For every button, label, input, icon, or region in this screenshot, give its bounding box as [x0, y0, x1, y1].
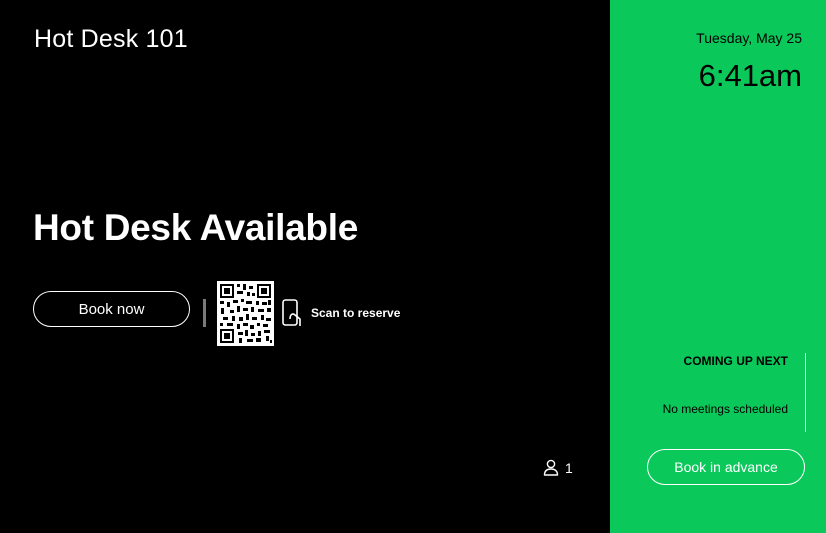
current-time: 6:41am — [698, 58, 802, 93]
book-now-label: Book now — [78, 300, 145, 318]
main-panel: Hot Desk 101 Hot Desk Available Book now — [0, 0, 610, 533]
book-in-advance-label: Book in advance — [674, 459, 778, 475]
coming-up-next-heading: COMING UP NEXT — [683, 354, 788, 368]
agenda-divider — [805, 353, 806, 432]
book-in-advance-button[interactable]: Book in advance — [647, 449, 805, 485]
current-date: Tuesday, May 25 — [696, 30, 802, 46]
divider — [203, 299, 206, 327]
room-name: Hot Desk 101 — [34, 25, 188, 53]
no-meetings-text: No meetings scheduled — [662, 402, 788, 416]
phone-scan-icon — [282, 299, 301, 326]
occupancy-count: 1 — [565, 459, 573, 476]
occupancy-indicator: 1 — [543, 459, 573, 476]
qr-code[interactable] — [217, 281, 274, 346]
person-icon — [543, 459, 559, 476]
availability-status: Hot Desk Available — [33, 207, 358, 248]
book-now-button[interactable]: Book now — [33, 291, 190, 327]
scan-to-reserve-label: Scan to reserve — [311, 306, 401, 320]
